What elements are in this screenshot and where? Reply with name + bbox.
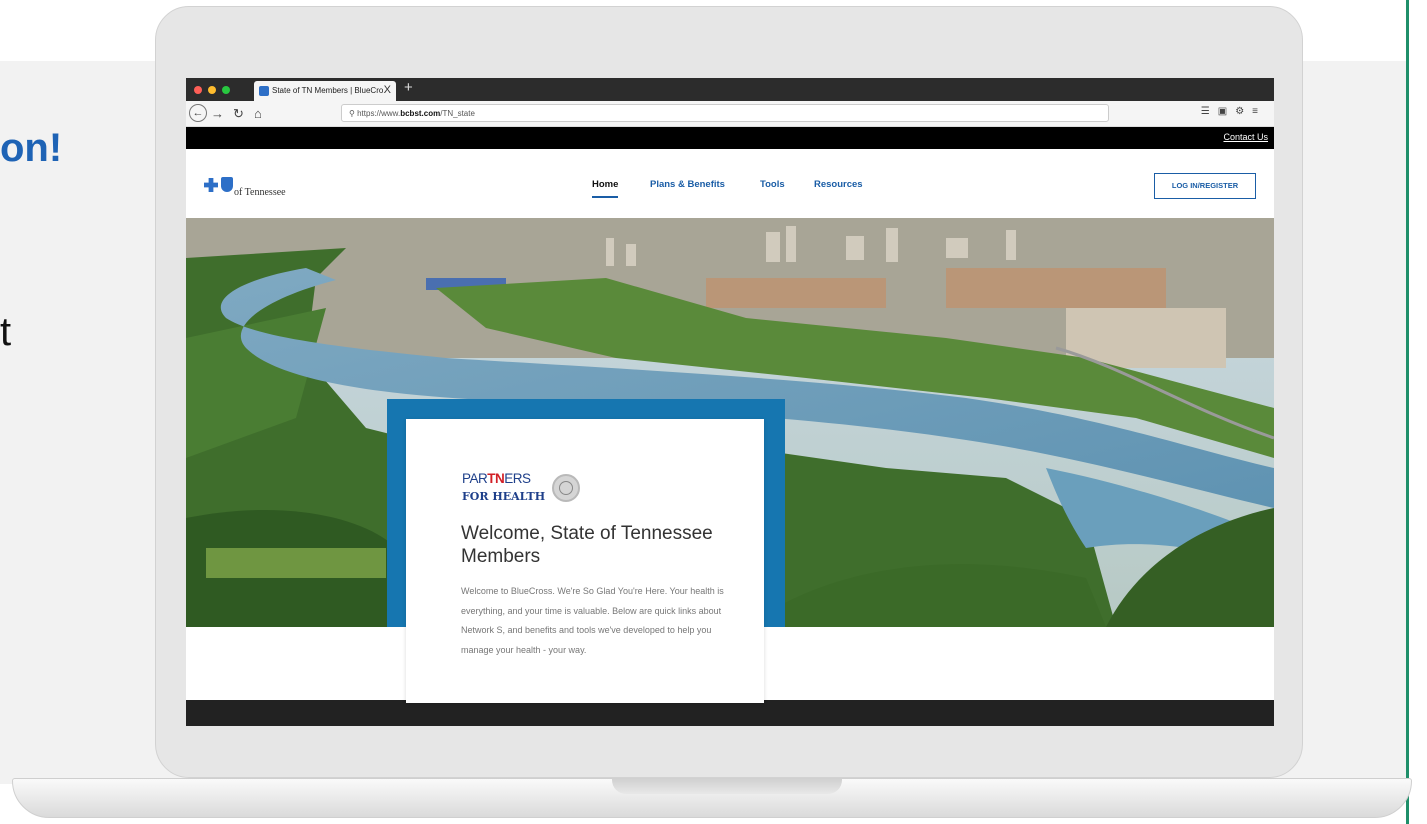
partners-text-tn: TN	[487, 471, 505, 486]
partners-for-health-logo: PARTNERS	[462, 472, 531, 486]
slide-heading-fragment: on!	[0, 126, 63, 170]
nav-plans-benefits[interactable]: Plans & Benefits	[650, 179, 725, 190]
welcome-card: PARTNERS FOR HEALTH Welcome, State of Te…	[406, 419, 764, 703]
browser-toolbar: ← → ↻ ⌂ ⚲ https://www.bcbst.com/TN_state…	[186, 101, 1274, 127]
nav-tools[interactable]: Tools	[760, 179, 785, 190]
home-icon[interactable]: ⌂	[254, 105, 262, 122]
login-register-button[interactable]: LOG IN/REGISTER	[1154, 173, 1256, 199]
new-tab-icon[interactable]: +	[404, 79, 413, 96]
forward-arrow-icon[interactable]: →	[211, 105, 224, 122]
laptop-screen: State of TN Members | BlueCro X + ← → ↻ …	[186, 78, 1274, 726]
sidebar-icon[interactable]: ▣	[1218, 106, 1235, 117]
tennessee-state-seal-icon	[552, 474, 580, 502]
laptop-notch	[612, 778, 842, 794]
reload-icon[interactable]: ↻	[233, 105, 244, 122]
browser-tab[interactable]: State of TN Members | BlueCro X	[254, 81, 396, 101]
menu-icon[interactable]: ≡	[1252, 106, 1266, 117]
window-maximize-dot[interactable]	[222, 86, 230, 94]
page-footer-bar	[186, 700, 1274, 726]
welcome-title: Welcome, State of Tennessee Members	[461, 523, 713, 567]
url-domain: bcbst.com	[400, 109, 441, 118]
slide-text-fragment: t	[0, 310, 12, 354]
slide-accent-rule	[1406, 0, 1409, 824]
extension-icon[interactable]: ⚙	[1235, 106, 1252, 117]
url-prefix: https://www.	[357, 109, 401, 118]
for-health-text: FOR HEALTH	[462, 490, 546, 503]
window-close-dot[interactable]	[194, 86, 202, 94]
search-icon: ⚲	[349, 109, 358, 118]
toolbar-icons: ☰▣⚙≡	[1201, 106, 1266, 117]
library-icon[interactable]: ☰	[1201, 106, 1218, 117]
blueshield-shield-icon[interactable]	[221, 177, 233, 192]
tab-title: State of TN Members | BlueCro	[272, 86, 384, 95]
site-header: of Tennessee Home Plans & Benefits Tools…	[186, 149, 1274, 218]
partners-text-part2: ERS	[504, 471, 531, 486]
utility-bar: Contact Us	[186, 127, 1274, 149]
window-minimize-dot[interactable]	[208, 86, 216, 94]
address-bar[interactable]: ⚲ https://www.bcbst.com/TN_state	[341, 104, 1109, 122]
nav-home[interactable]: Home	[592, 179, 619, 198]
back-arrow-icon[interactable]: ←	[189, 104, 207, 122]
tab-close-icon[interactable]: X	[384, 84, 391, 96]
browser-tab-bar: State of TN Members | BlueCro X +	[186, 78, 1274, 101]
welcome-body: Welcome to BlueCross. We're So Glad You'…	[461, 586, 724, 655]
nav-resources[interactable]: Resources	[814, 179, 863, 190]
url-path: /TN_state	[440, 109, 475, 118]
bluecross-cross-icon[interactable]	[204, 178, 218, 192]
partners-text-part1: PAR	[462, 471, 488, 486]
contact-us-link[interactable]: Contact Us	[1223, 132, 1268, 142]
logo-text[interactable]: of Tennessee	[234, 187, 286, 198]
bluecross-favicon-icon	[259, 86, 269, 96]
